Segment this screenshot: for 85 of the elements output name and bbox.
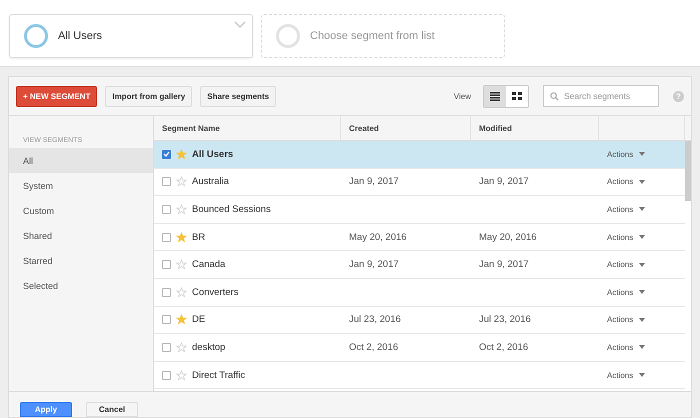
checkbox[interactable]: [162, 342, 171, 352]
grid-icon: [512, 92, 522, 100]
actions-dropdown[interactable]: Actions: [607, 260, 646, 270]
checkbox[interactable]: [162, 288, 171, 297]
view-label: View: [454, 92, 471, 100]
caret-icon: [639, 290, 646, 294]
modified-date: Jan 9, 2017: [479, 176, 529, 188]
view-toggle[interactable]: [484, 86, 506, 106]
modified-date: May 20, 2016: [479, 232, 537, 243]
segment-name: DE: [192, 314, 206, 326]
modified-date: Oct 2, 2016: [479, 342, 528, 353]
chevron-icon[interactable]: [234, 21, 246, 28]
sidebar-item[interactable]: System: [9, 173, 153, 198]
segment-row[interactable]: Australia Jan 9, 2017 Jan 9, 2017 Actions: [154, 168, 685, 196]
actions-dropdown[interactable]: Actions: [607, 150, 646, 159]
segment-name: Direct Traffic: [192, 370, 246, 381]
modified-date: Jan 9, 2017: [479, 259, 529, 270]
segment-name: Canada: [192, 259, 226, 270]
created-date: Jan 9, 2017: [349, 259, 399, 270]
actions-dropdown[interactable]: Actions: [607, 288, 646, 297]
column-header[interactable]: Segment Name: [154, 116, 341, 140]
segment-label: All Users: [58, 30, 102, 42]
new-segment-button[interactable]: + NEW SEGMENT: [16, 86, 98, 106]
caret-icon: [639, 345, 646, 350]
checkbox[interactable]: [162, 315, 171, 324]
column-header[interactable]: Modified: [471, 116, 599, 140]
star-icon[interactable]: [176, 232, 187, 243]
segment-name: All Users: [192, 148, 234, 160]
segment-name: desktop: [192, 342, 226, 353]
cancel-button[interactable]: Cancel: [86, 402, 138, 417]
created-date: Oct 2, 2016: [349, 342, 398, 353]
star-icon[interactable]: [176, 286, 187, 298]
sidebar-item[interactable]: Shared: [9, 223, 153, 248]
caret-icon: [639, 207, 646, 212]
scrollbar[interactable]: [685, 141, 691, 201]
star-icon[interactable]: [176, 204, 187, 215]
star-icon[interactable]: [176, 370, 187, 381]
caret-icon: [639, 318, 646, 322]
segment-row[interactable]: All Users Actions: [154, 141, 685, 169]
caret-icon: [639, 262, 646, 267]
search-box[interactable]: Search segments: [543, 85, 659, 107]
segment-ring-icon: [24, 24, 48, 48]
sidebar-item[interactable]: Starred: [9, 248, 153, 273]
actions-dropdown[interactable]: Actions: [607, 315, 646, 324]
segment-name: BR: [192, 232, 206, 243]
caret-icon: [639, 180, 646, 184]
created-date: Jul 23, 2016: [349, 314, 401, 326]
column-header[interactable]: Created: [341, 116, 471, 140]
star-icon[interactable]: [176, 148, 187, 160]
actions-dropdown[interactable]: Actions: [607, 232, 646, 242]
segment-row[interactable]: DE Jul 23, 2016 Jul 23, 2016 Actions: [154, 306, 685, 334]
list-icon: [490, 92, 500, 100]
created-date: Jan 9, 2017: [349, 176, 399, 188]
toolbar-button[interactable]: Share segments: [200, 86, 276, 106]
segment-slot[interactable]: All Users: [9, 14, 253, 58]
sidebar-item[interactable]: All: [9, 148, 153, 173]
segment-name: Converters: [192, 286, 238, 298]
caret-icon: [639, 152, 646, 156]
checkbox[interactable]: [162, 232, 171, 242]
checkbox[interactable]: [162, 177, 171, 186]
star-icon[interactable]: [176, 314, 187, 326]
view-toggle[interactable]: [506, 86, 528, 106]
star-icon[interactable]: [176, 259, 187, 270]
segment-name: Australia: [192, 176, 229, 188]
toolbar-button[interactable]: Import from gallery: [105, 86, 192, 106]
segment-label: Choose segment from list: [310, 30, 435, 42]
checkbox[interactable]: [162, 150, 171, 159]
sidebar-item[interactable]: Custom: [9, 198, 153, 223]
created-date: May 20, 2016: [349, 232, 407, 243]
search-icon: [550, 92, 559, 100]
segment-ring-icon: [276, 24, 300, 48]
caret-icon: [639, 235, 646, 240]
checkbox[interactable]: [162, 370, 171, 380]
sidebar-item[interactable]: Selected: [9, 273, 153, 298]
actions-dropdown[interactable]: Actions: [607, 342, 646, 352]
actions-dropdown[interactable]: Actions: [607, 204, 646, 214]
checkbox[interactable]: [162, 260, 171, 270]
actions-dropdown[interactable]: Actions: [607, 370, 646, 380]
actions-dropdown[interactable]: Actions: [607, 177, 646, 186]
segment-name: Bounced Sessions: [192, 204, 271, 215]
modified-date: Jul 23, 2016: [479, 314, 531, 326]
checkbox[interactable]: [162, 204, 171, 214]
star-icon[interactable]: [176, 342, 187, 353]
star-icon[interactable]: [176, 176, 187, 188]
caret-icon: [639, 373, 646, 378]
